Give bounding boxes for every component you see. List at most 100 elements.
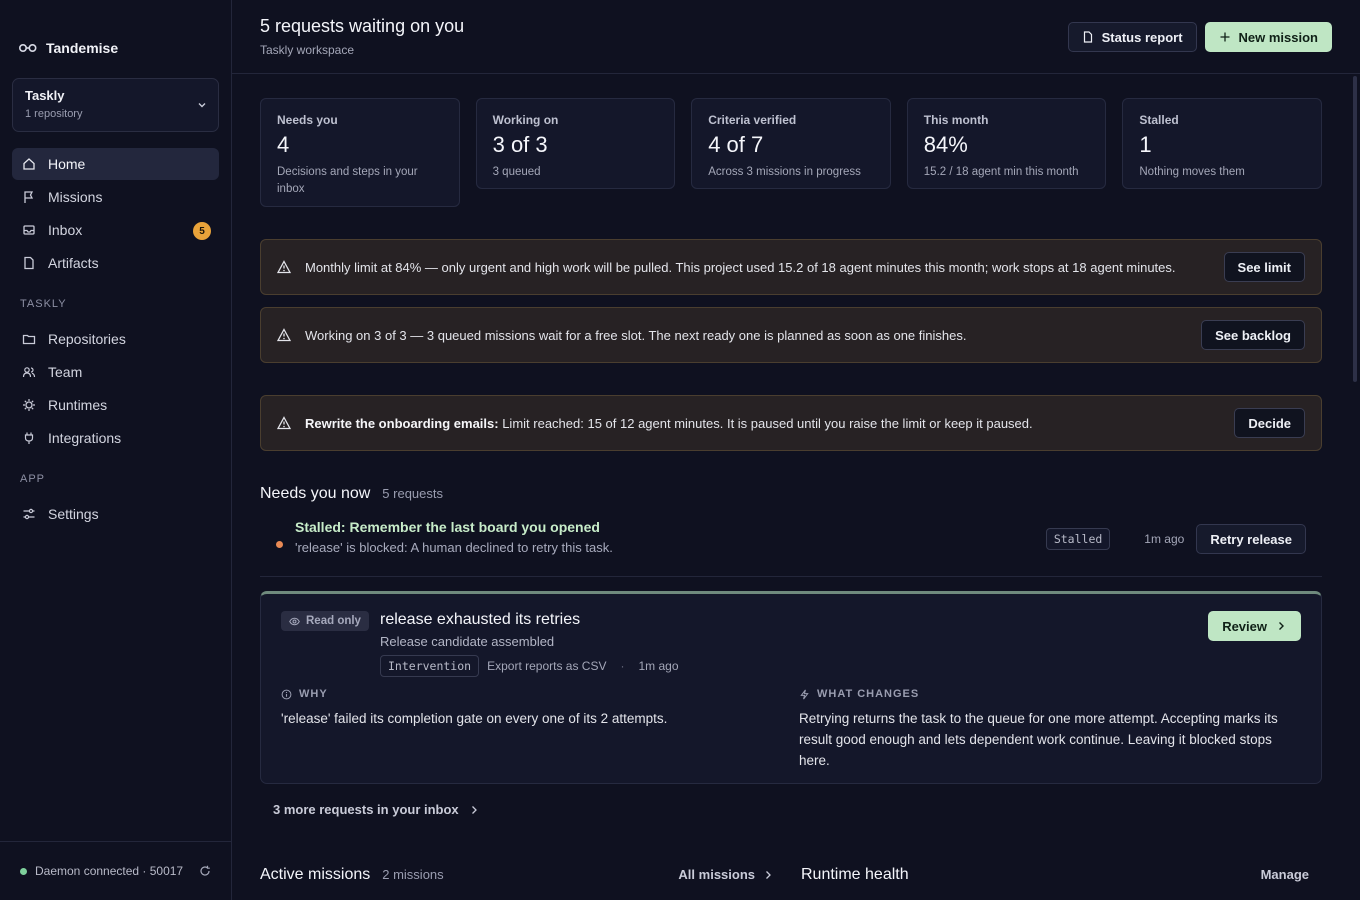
sidebar-item-inbox[interactable]: Inbox 5 <box>12 214 219 246</box>
sidebar: Tandemise Taskly 1 repository Home Missi… <box>0 0 232 900</box>
stat-stalled[interactable]: Stalled 1 Nothing moves them <box>1122 98 1322 189</box>
stat-label: Stalled <box>1139 113 1179 127</box>
new-mission-label: New mission <box>1238 29 1318 45</box>
why-column: WHY 'release' failed its completion gate… <box>281 688 761 729</box>
section-title: Runtime health <box>801 866 909 883</box>
section-count: 5 requests <box>382 486 443 501</box>
review-button[interactable]: Review <box>1208 611 1301 641</box>
stat-desc: 15.2 / 18 agent min this month <box>923 166 1079 178</box>
logo-icon <box>18 43 37 53</box>
intervention-badge: Intervention <box>380 655 480 677</box>
paused-mission-alert: Rewrite the onboarding emails: Limit rea… <box>260 395 1322 451</box>
why-header: WHY <box>281 688 761 700</box>
manage-runtimes-link[interactable]: Manage <box>1261 867 1309 882</box>
limit-alert: Monthly limit at 84% — only urgent and h… <box>260 239 1322 295</box>
sidebar-item-integrations[interactable]: Integrations <box>12 422 219 454</box>
sidebar-item-missions[interactable]: Missions <box>12 181 219 213</box>
see-backlog-button[interactable]: See backlog <box>1201 320 1305 350</box>
working-alert: Working on 3 of 3 — 3 queued missions wa… <box>260 307 1322 363</box>
warning-icon <box>277 328 291 342</box>
separator: · <box>620 659 625 673</box>
section-label-taskly: TASKLY <box>20 298 67 310</box>
changes-header: WHAT CHANGES <box>799 688 1289 700</box>
file-icon <box>22 256 36 270</box>
sidebar-item-team[interactable]: Team <box>12 356 219 388</box>
all-missions-link[interactable]: All missions <box>678 867 773 882</box>
sidebar-item-label: Team <box>48 364 83 380</box>
stat-value: 3 of 3 <box>492 132 548 157</box>
needs-you-header: Needs you now 5 requests <box>260 485 1322 503</box>
timestamp: 1m ago <box>1144 532 1185 546</box>
page-header: 5 requests waiting on you Taskly workspa… <box>232 0 1360 74</box>
see-limit-button[interactable]: See limit <box>1223 252 1305 282</box>
more-requests-label: 3 more requests in your inbox <box>273 802 459 817</box>
stat-value: 4 <box>277 132 290 157</box>
sidebar-item-label: Settings <box>48 506 99 522</box>
cpu-icon <box>22 398 36 412</box>
changes-label: WHAT CHANGES <box>817 688 920 700</box>
sidebar-item-home[interactable]: Home <box>12 148 219 180</box>
retry-release-button[interactable]: Retry release <box>1196 524 1306 554</box>
card-meta: Intervention Export reports as CSV · 1m … <box>380 655 679 677</box>
stat-value: 1 <box>1139 132 1152 157</box>
scrollbar[interactable] <box>1353 76 1357 382</box>
stat-label: This month <box>923 113 989 127</box>
sidebar-item-label: Runtimes <box>48 397 108 413</box>
sidebar-item-artifacts[interactable]: Artifacts <box>12 247 219 279</box>
why-label: WHY <box>299 688 328 700</box>
changes-column: WHAT CHANGES Retrying returns the task t… <box>799 688 1289 771</box>
sidebar-nav: Home Missions Inbox 5 Artifacts TASKLY R… <box>12 148 219 531</box>
chevron-right-icon <box>471 805 477 814</box>
stat-this-month[interactable]: This month 84% 15.2 / 18 agent min this … <box>906 98 1107 189</box>
sidebar-item-settings[interactable]: Settings <box>12 498 219 530</box>
plug-icon <box>22 431 36 445</box>
mission-name[interactable]: Export reports as CSV <box>487 659 606 673</box>
folder-icon <box>22 332 36 346</box>
file-icon <box>1083 31 1092 43</box>
flag-icon <box>22 190 36 204</box>
sidebar-item-label: Repositories <box>48 331 126 347</box>
inbox-count-badge: 5 <box>193 222 211 240</box>
sidebar-item-runtimes[interactable]: Runtimes <box>12 389 219 421</box>
sidebar-item-repositories[interactable]: Repositories <box>12 323 219 355</box>
refresh-icon[interactable] <box>199 865 211 877</box>
stat-label: Needs you <box>277 113 338 127</box>
info-icon <box>281 689 292 699</box>
stat-working-on[interactable]: Working on 3 of 3 3 queued <box>475 98 676 189</box>
home-icon <box>22 157 36 171</box>
stalled-dot <box>276 541 283 548</box>
stat-desc: Nothing moves them <box>1139 166 1245 178</box>
sidebar-item-label: Missions <box>48 189 103 205</box>
stat-desc: Across 3 missions in progress <box>708 166 861 178</box>
card-subtitle: Release candidate assembled <box>380 634 555 649</box>
warning-icon <box>277 416 291 430</box>
bottom-sections: Active missions 2 missions All missions … <box>260 866 1322 884</box>
content: Needs you 4 Decisions and steps in your … <box>232 74 1360 817</box>
changes-text: Retrying returns the task to the queue f… <box>799 711 1278 768</box>
active-missions-header: Active missions 2 missions <box>260 866 444 884</box>
request-row[interactable]: Stalled: Remember the last board you ope… <box>260 513 1322 577</box>
alert-text: Limit reached: 15 of 12 agent minutes. I… <box>498 415 1033 431</box>
chip-label: Read only <box>306 615 361 627</box>
workspace-name: Taskly <box>25 88 65 103</box>
all-missions-label: All missions <box>678 867 755 882</box>
alert-message: Working on 3 of 3 — 3 queued missions wa… <box>305 327 967 343</box>
workspace-switcher[interactable]: Taskly 1 repository <box>12 78 219 132</box>
chevron-down-icon <box>198 103 206 108</box>
lightning-icon <box>800 689 809 699</box>
section-label-app: APP <box>20 473 46 485</box>
new-mission-button[interactable]: New mission <box>1204 22 1332 52</box>
warning-icon <box>277 260 291 274</box>
stat-criteria-verified[interactable]: Criteria verified 4 of 7 Across 3 missio… <box>691 98 891 189</box>
more-requests-link[interactable]: 3 more requests in your inbox <box>260 802 1322 817</box>
status-report-button[interactable]: Status report <box>1067 22 1197 52</box>
sidebar-item-label: Integrations <box>48 430 122 446</box>
decide-button[interactable]: Decide <box>1234 408 1305 438</box>
status-report-label: Status report <box>1101 29 1183 45</box>
alert-mission-name: Rewrite the onboarding emails: <box>305 415 499 431</box>
daemon-status: Daemon connected · 50017 <box>0 841 231 900</box>
stat-needs-you[interactable]: Needs you 4 Decisions and steps in your … <box>260 98 460 207</box>
why-text: 'release' failed its completion gate on … <box>281 711 668 726</box>
stat-label: Working on <box>492 113 559 127</box>
chevron-right-icon <box>766 870 771 879</box>
